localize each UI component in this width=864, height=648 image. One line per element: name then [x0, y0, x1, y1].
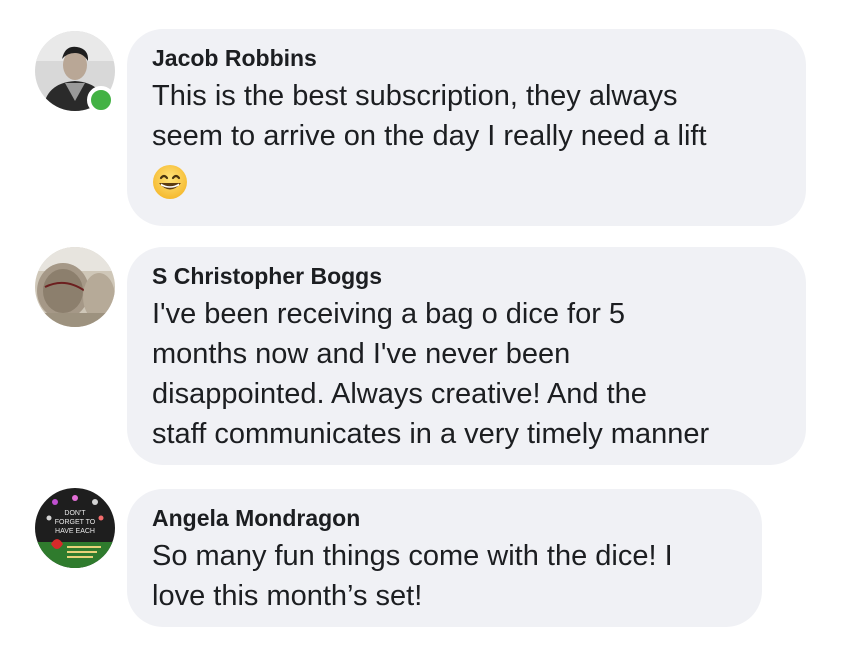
- avatar-photo: DON'T FORGET TO HAVE EACH: [35, 488, 115, 568]
- comment-author[interactable]: Jacob Robbins: [152, 44, 782, 72]
- grinning-face-emoji-icon: [152, 164, 188, 205]
- comment-author[interactable]: S Christopher Boggs: [152, 262, 782, 290]
- avatar[interactable]: DON'T FORGET TO HAVE EACH: [35, 488, 115, 568]
- comment-bubble: Jacob Robbins This is the best subscript…: [127, 29, 806, 226]
- avatar-logo-text: DON'T: [64, 510, 86, 517]
- online-status-dot: [87, 86, 115, 114]
- comment-author[interactable]: Angela Mondragon: [152, 504, 738, 532]
- avatar-logo-text: HAVE EACH: [55, 528, 95, 535]
- comment-text: I've been receiving a bag o dice for 5 m…: [152, 298, 710, 450]
- comment-text: This is the best subscription, they alwa…: [152, 80, 707, 152]
- avatar-photo: [35, 247, 115, 327]
- comment-text: So many fun things come with the dice! I…: [152, 540, 673, 612]
- avatar[interactable]: [35, 247, 115, 327]
- comment-bubble: S Christopher Boggs I've been receiving …: [127, 247, 806, 465]
- comments-thread: Jacob Robbins This is the best subscript…: [0, 0, 864, 648]
- avatar-logo-text: FORGET TO: [55, 519, 96, 526]
- comment-bubble: Angela Mondragon So many fun things come…: [127, 489, 762, 627]
